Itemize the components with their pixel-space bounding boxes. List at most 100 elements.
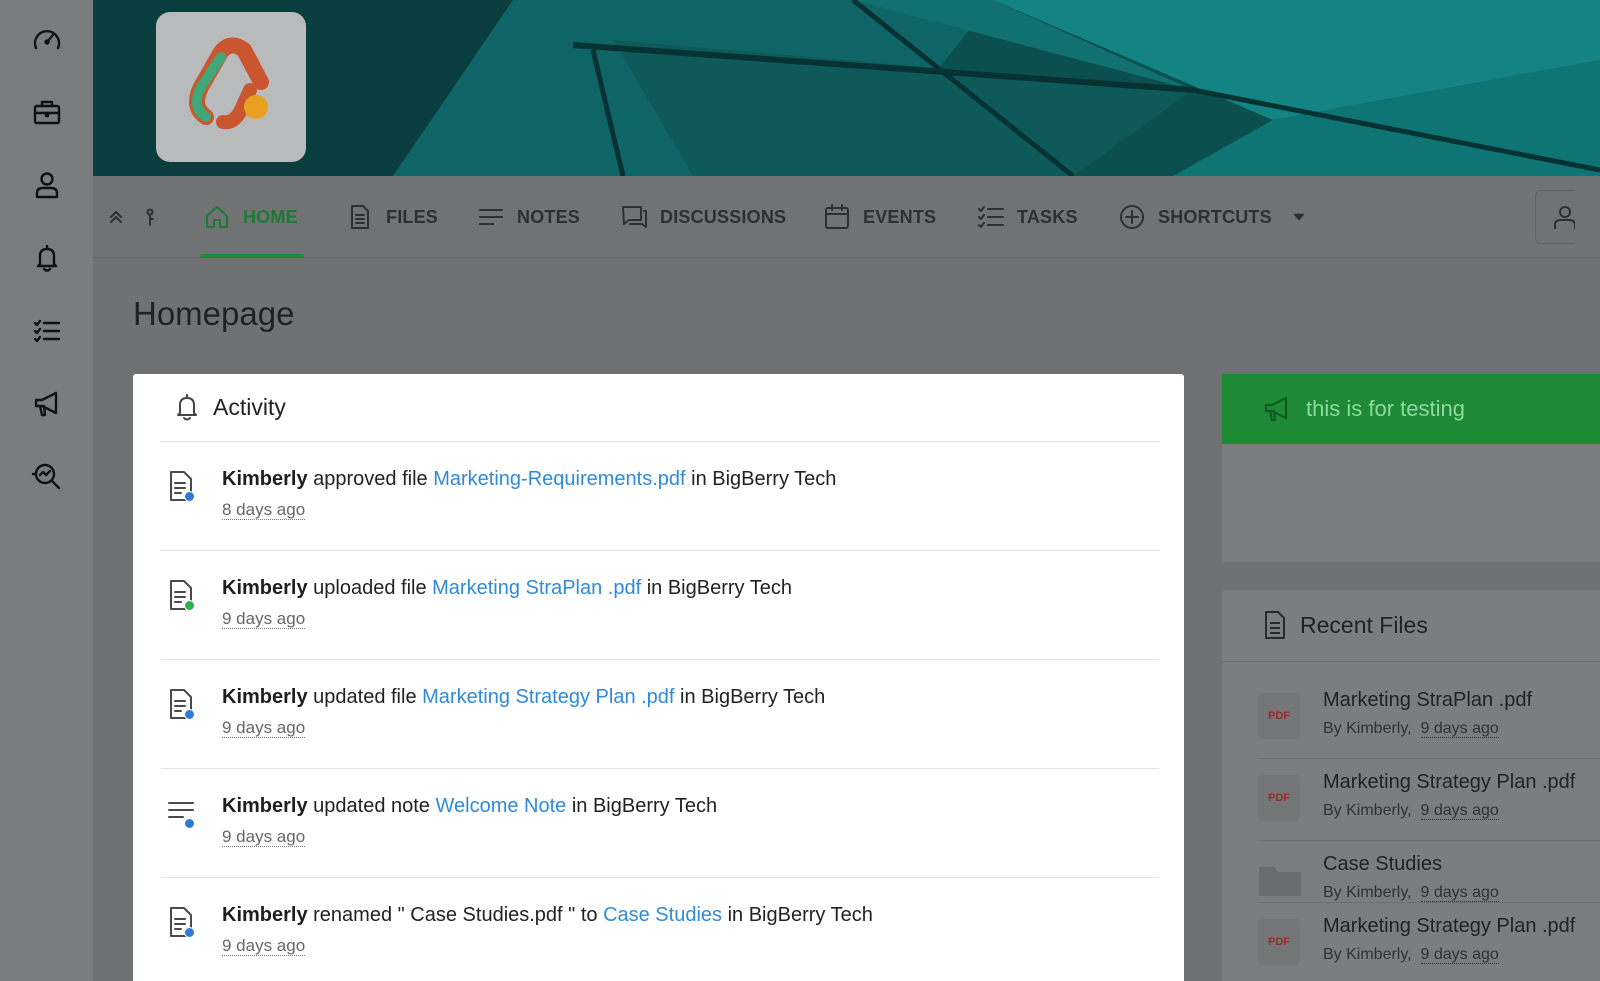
activity-user[interactable]: Kimberly — [222, 686, 308, 708]
note-activity-icon — [167, 797, 197, 831]
tab-notes-label: NOTES — [517, 206, 581, 227]
tab-files-label: FILES — [386, 206, 439, 227]
double-chevron-up-icon — [110, 211, 122, 223]
status-dot — [184, 491, 195, 502]
tab-discussions[interactable]: DISCUSSIONS — [620, 176, 786, 258]
activity-user[interactable]: Kimberly — [222, 468, 308, 490]
activity-card: Activity Kimberly approved file Marketin… — [133, 374, 1184, 981]
file-author: By Kimberly, — [1323, 802, 1412, 819]
sidebar-item-tasks[interactable] — [27, 311, 67, 351]
user-outline-icon — [1554, 206, 1575, 229]
speedometer-icon — [33, 30, 61, 50]
activity-item: Kimberly updated note Welcome Note in Bi… — [161, 769, 1159, 877]
pdf-file-icon: PDF — [1258, 775, 1300, 821]
file-name: Case Studies — [1323, 853, 1442, 875]
sidebar-item-notifications[interactable] — [27, 238, 67, 278]
folder-icon — [1259, 867, 1301, 896]
tab-shortcuts-label: SHORTCUTS — [1158, 206, 1272, 227]
bell-icon — [177, 394, 197, 421]
workspace-logo — [156, 12, 306, 162]
caret-down-icon — [1293, 213, 1304, 221]
activity-user[interactable]: Kimberly — [222, 904, 308, 926]
activity-action: renamed " Case Studies.pdf " to — [307, 904, 604, 926]
sidebar-item-dashboard[interactable] — [27, 20, 67, 60]
activity-link[interactable]: Case Studies — [603, 904, 722, 926]
megaphone-icon — [34, 391, 58, 417]
file-time: 9 days ago — [1420, 802, 1499, 820]
recent-file-item[interactable]: Case Studies By Kimberly, 9 days ago — [1258, 841, 1600, 903]
activity-link[interactable]: Marketing Strategy Plan .pdf — [422, 686, 674, 708]
members-button[interactable] — [1535, 190, 1575, 244]
recent-files-header: Recent Files — [1262, 610, 1428, 640]
app-logo-icon — [189, 37, 269, 130]
left-sidebar — [0, 0, 93, 981]
sidebar-item-profile[interactable] — [27, 165, 67, 205]
file-author: By Kimberly, — [1323, 946, 1412, 963]
activity-text: Kimberly renamed " Case Studies.pdf " to… — [222, 904, 873, 927]
collapse-button[interactable] — [103, 202, 129, 232]
sidebar-item-announcements[interactable] — [27, 384, 67, 424]
activity-time: 9 days ago — [222, 827, 306, 847]
file-time: 9 days ago — [1420, 884, 1499, 902]
home-icon — [206, 206, 228, 228]
tab-events[interactable]: EVENTS — [823, 176, 936, 258]
page-title: Homepage — [133, 295, 295, 332]
tab-notes[interactable]: NOTES — [477, 176, 580, 258]
pin-button[interactable] — [137, 202, 163, 232]
activity-item: Kimberly updated file Marketing Strategy… — [161, 660, 1159, 768]
sidebar-item-workspaces[interactable] — [27, 92, 67, 132]
file-meta: By Kimberly, 9 days ago — [1323, 884, 1499, 902]
activity-text: Kimberly approved file Marketing-Require… — [222, 468, 836, 491]
announcement-header[interactable]: this is for testing — [1222, 374, 1600, 444]
tab-discussions-label: DISCUSSIONS — [660, 206, 787, 227]
status-dot — [184, 709, 195, 720]
recent-file-item[interactable]: PDF Marketing StraPlan .pdf By Kimberly,… — [1258, 677, 1600, 759]
tab-files[interactable]: FILES — [346, 176, 438, 258]
tab-home[interactable]: HOME — [203, 176, 298, 258]
pdf-file-icon: PDF — [1258, 919, 1300, 965]
activity-context: in BigBerry Tech — [722, 904, 873, 926]
activity-context: in BigBerry Tech — [641, 577, 792, 599]
status-dot — [184, 600, 195, 611]
workspace-banner — [93, 0, 1600, 176]
sidebar-item-search[interactable] — [27, 456, 67, 496]
file-meta: By Kimberly, 9 days ago — [1323, 946, 1499, 964]
recent-file-item[interactable]: PDF Marketing Strategy Plan .pdf By Kimb… — [1258, 903, 1600, 981]
add-circle-icon — [1120, 205, 1144, 229]
activity-link[interactable]: Marketing StraPlan .pdf — [432, 577, 641, 599]
activity-text: Kimberly uploaded file Marketing StraPla… — [222, 577, 792, 600]
tab-events-label: EVENTS — [863, 206, 937, 227]
activity-context: in BigBerry Tech — [674, 686, 826, 708]
active-tab-indicator — [200, 254, 304, 258]
banner-background — [93, 0, 1600, 176]
activity-link[interactable]: Marketing-Requirements.pdf — [433, 468, 685, 490]
announcement-text: this is for testing — [1306, 396, 1465, 421]
activity-action: updated note — [307, 795, 436, 817]
recent-file-item[interactable]: PDF Marketing Strategy Plan .pdf By Kimb… — [1258, 759, 1600, 841]
file-author: By Kimberly, — [1323, 720, 1412, 737]
file-activity-icon — [167, 688, 197, 722]
file-activity-icon — [167, 470, 197, 504]
activity-header: Activity — [173, 392, 286, 422]
activity-time: 9 days ago — [222, 936, 306, 956]
divider — [1222, 661, 1600, 662]
search-analytics-icon — [31, 463, 61, 490]
activity-link[interactable]: Welcome Note — [435, 795, 566, 817]
checklist-icon — [33, 319, 61, 343]
tab-tasks[interactable]: TASKS — [977, 176, 1078, 258]
file-activity-icon — [167, 906, 197, 940]
activity-time: 9 days ago — [222, 609, 306, 629]
activity-action: uploaded file — [307, 577, 433, 599]
recent-files-title: Recent Files — [1300, 611, 1428, 638]
activity-action: approved file — [307, 468, 434, 490]
activity-item: Kimberly renamed " Case Studies.pdf " to… — [161, 878, 1159, 981]
activity-item: Kimberly approved file Marketing-Require… — [161, 442, 1159, 550]
activity-user[interactable]: Kimberly — [222, 577, 308, 599]
activity-user[interactable]: Kimberly — [222, 795, 308, 817]
activity-time: 8 days ago — [222, 500, 306, 520]
activity-time: 9 days ago — [222, 718, 306, 738]
tab-shortcuts[interactable]: SHORTCUTS — [1118, 176, 1308, 258]
file-name: Marketing Strategy Plan .pdf — [1323, 915, 1576, 937]
activity-item: Kimberly uploaded file Marketing StraPla… — [161, 551, 1159, 659]
notes-icon — [479, 209, 503, 225]
